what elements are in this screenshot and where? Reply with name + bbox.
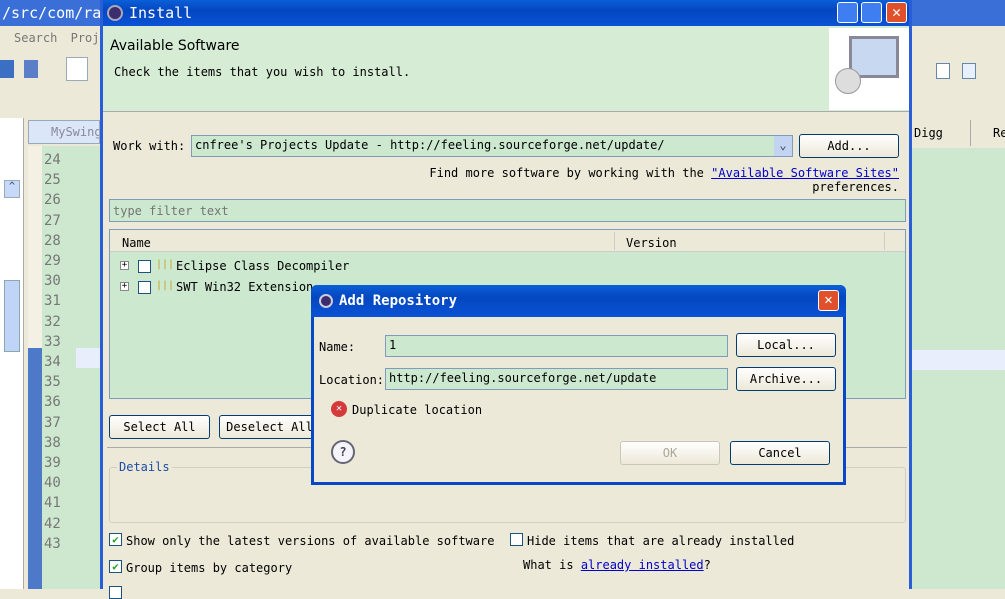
line-number: 33 <box>44 333 61 350</box>
header-title: Available Software <box>110 38 240 54</box>
minimize-button[interactable] <box>837 2 858 23</box>
item-checkbox[interactable] <box>138 260 151 273</box>
feature-icon: ||| <box>156 259 175 270</box>
right-editor <box>912 148 1005 589</box>
right-tab-digg[interactable]: Digg <box>912 120 968 146</box>
add-button[interactable]: Add... <box>799 134 899 158</box>
line-number: 25 <box>44 172 61 189</box>
install-banner-icon <box>829 28 909 110</box>
hide-installed-label: Hide items that are already installed <box>527 534 795 548</box>
maximize-button[interactable] <box>861 2 882 23</box>
location-input[interactable]: http://feeling.sourceforge.net/update <box>385 368 728 390</box>
line-number: 30 <box>44 273 61 290</box>
dialog-title: Add Repository <box>339 293 458 309</box>
ide-toolbar-icon[interactable] <box>66 57 88 81</box>
already-installed-link[interactable]: already installed <box>581 558 704 572</box>
filter-input[interactable] <box>109 199 906 222</box>
dialog-close-button[interactable]: ✕ <box>818 290 839 311</box>
item-label: SWT Win32 Extension <box>176 280 314 294</box>
scrollbar-thumb[interactable] <box>4 280 20 352</box>
ok-button[interactable]: OK <box>620 441 720 465</box>
right-tab-re[interactable]: Re <box>970 120 1005 146</box>
editor-ruler: 24 25 26 27 28 29 30 31 32 33 34 35 36 37 38 39 40 41 42 43 <box>28 146 100 589</box>
error-message: Duplicate location <box>352 403 483 417</box>
line-number: 32 <box>44 313 61 330</box>
column-version[interactable]: Version <box>626 236 677 250</box>
line-number: 37 <box>44 414 61 431</box>
line-number: 39 <box>44 455 61 472</box>
details-label: Details <box>117 460 172 474</box>
ide-title-bar: /src/com/ra <box>0 0 101 26</box>
menu-search[interactable]: Search <box>14 31 57 45</box>
close-button[interactable]: ✕ <box>886 2 907 23</box>
line-number: 29 <box>44 253 61 270</box>
line-number: 40 <box>44 475 61 492</box>
find-more-text: Find more software by working with the "… <box>429 166 899 194</box>
line-number: 35 <box>44 374 61 391</box>
line-number: 27 <box>44 212 61 229</box>
chevron-down-icon[interactable]: ⌄ <box>774 136 792 156</box>
scroll-up-button[interactable]: ^ <box>4 180 20 198</box>
line-number: 34 <box>44 354 61 371</box>
hide-installed-checkbox[interactable] <box>510 533 523 546</box>
ide-toolbar-icon[interactable] <box>24 60 38 78</box>
work-with-label: Work with: <box>113 139 186 153</box>
name-input[interactable]: 1 <box>385 335 728 357</box>
line-number: 43 <box>44 535 61 552</box>
eclipse-icon <box>319 294 333 308</box>
menu-project[interactable]: Proj <box>71 31 100 45</box>
what-is-installed-text: What is already installed? <box>523 558 711 572</box>
work-with-combo[interactable]: cnfree's Projects Update - http://feelin… <box>191 135 793 157</box>
ide-menu: Search Proj <box>0 28 100 48</box>
add-repository-dialog: Add Repository ✕ Name: 1 Local... Locati… <box>311 285 846 485</box>
deselect-all-button[interactable]: Deselect All <box>219 415 320 439</box>
show-latest-checkbox[interactable]: ✔ <box>109 533 122 546</box>
local-button[interactable]: Local... <box>736 333 836 357</box>
item-label: Eclipse Class Decompiler <box>176 259 350 273</box>
line-number: 42 <box>44 515 61 532</box>
install-title-bar: Install ✕ <box>103 0 909 26</box>
line-number: 28 <box>44 232 61 249</box>
cancel-button[interactable]: Cancel <box>730 441 830 465</box>
install-title: Install <box>129 4 193 22</box>
location-label: Location: <box>319 373 385 387</box>
line-number: 38 <box>44 434 61 451</box>
select-all-button[interactable]: Select All <box>109 415 210 439</box>
show-latest-label: Show only the latest versions of availab… <box>126 534 495 548</box>
group-by-category-label: Group items by category <box>126 561 293 575</box>
install-header: Available Software Check the items that … <box>103 26 909 112</box>
help-icon[interactable]: ? <box>331 440 355 464</box>
expand-icon[interactable]: + <box>120 282 129 291</box>
ide-title-bar-right <box>912 0 1005 26</box>
ide-toolbar-icon[interactable] <box>0 60 14 78</box>
item-checkbox[interactable] <box>138 281 151 294</box>
ide-toolbar-icon[interactable] <box>936 63 950 79</box>
line-number: 31 <box>44 293 61 310</box>
column-name[interactable]: Name <box>122 236 151 250</box>
dialog-title-bar: Add Repository ✕ <box>311 285 846 317</box>
available-software-sites-link[interactable]: "Available Software Sites" <box>711 166 899 180</box>
expand-icon[interactable]: + <box>120 261 129 270</box>
archive-button[interactable]: Archive... <box>736 367 836 391</box>
feature-icon: ||| <box>156 280 175 291</box>
line-number: 41 <box>44 495 61 512</box>
ide-toolbar-icon[interactable] <box>962 63 976 79</box>
eclipse-icon <box>107 5 123 21</box>
more-checkbox[interactable] <box>109 586 122 599</box>
name-label: Name: <box>319 340 356 354</box>
line-number: 26 <box>44 192 61 209</box>
line-number: 24 <box>44 152 61 168</box>
error-icon: ✕ <box>331 401 347 417</box>
header-subtitle: Check the items that you wish to install… <box>114 65 411 79</box>
group-by-category-checkbox[interactable]: ✔ <box>109 560 122 573</box>
line-number: 36 <box>44 394 61 411</box>
tree-header: Name Version <box>110 230 905 252</box>
editor-tab[interactable]: MySwing <box>28 120 100 144</box>
